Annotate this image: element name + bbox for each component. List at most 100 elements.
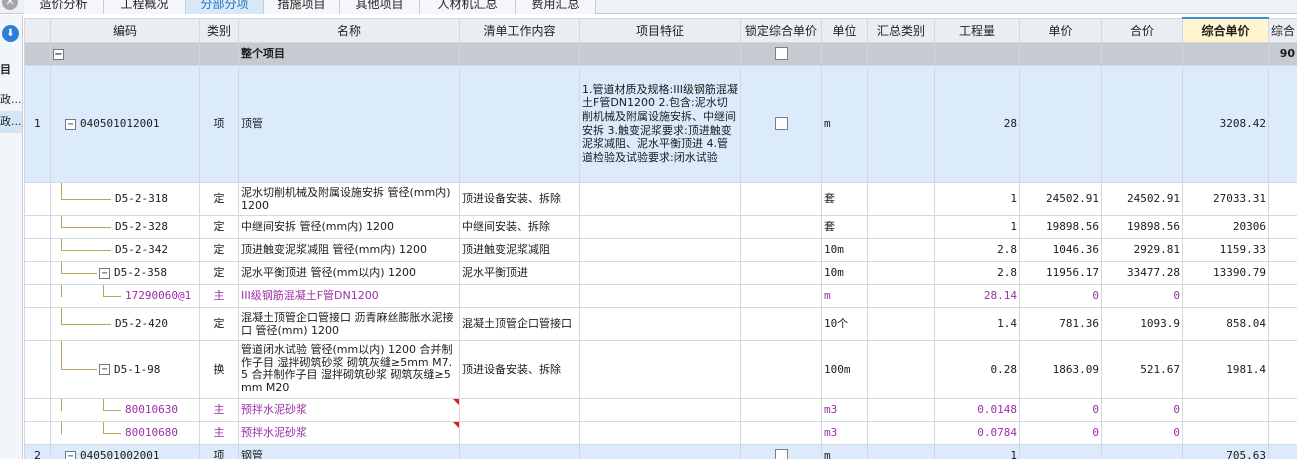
close-icon[interactable]: ✕	[2, 0, 18, 10]
row-unit: 10m	[821, 260, 868, 285]
row-unit-price[interactable]: 0	[1019, 397, 1102, 422]
row-unit-price[interactable]: 0	[1019, 283, 1102, 308]
row-total-price: 0	[1101, 397, 1183, 422]
download-icon[interactable]: ⬇	[2, 25, 19, 42]
tab-sub-items[interactable]: 分部分项	[186, 0, 264, 14]
row-code: 17290060@1	[125, 289, 192, 302]
row-quantity[interactable]: 1	[934, 214, 1020, 239]
item-unit: m	[821, 64, 868, 183]
table-row[interactable]: − D5-1-98 换 管道闭水试验 管径(mm以内) 1200 合并制作子目 湿…	[24, 339, 1297, 399]
table-row[interactable]: D5-2-420 定 混凝土顶管企口管接口 沥青麻丝膨胀水泥接口 管径(mm) …	[24, 306, 1297, 341]
row-quantity[interactable]: 1	[934, 181, 1020, 216]
whole-project-tail: 90	[1268, 41, 1297, 66]
row-name: 预拌水泥砂浆	[241, 426, 307, 439]
header-type[interactable]: 类别	[199, 17, 239, 43]
table-row[interactable]: D5-2-328 定 中继间安拆 管径(mm内) 1200 中继间安装、拆除 套…	[24, 214, 1297, 239]
row-code: D5-2-358	[114, 266, 167, 279]
row-unit-price[interactable]: 1046.36	[1019, 237, 1102, 262]
tab-project-overview[interactable]: 工程概况	[104, 0, 186, 14]
table-row-item[interactable]: 1 −040501012001 项 顶管 1.管道材质及规格:III级钢筋混凝土…	[24, 64, 1297, 183]
tab-bar: ✕ 造价分析 工程概况 分部分项 措施项目 其他项目 人材机汇总 费用汇总	[0, 0, 1297, 14]
table-row-item[interactable]: 2 −040501002001 项 钢管 m 1 705.63	[24, 443, 1297, 459]
row-type: 主	[199, 420, 239, 445]
row-unit-price[interactable]: 1863.09	[1019, 339, 1102, 399]
comment-flag-icon[interactable]	[453, 399, 459, 405]
row-name: 顶进触变泥浆减阻 管径(mm内) 1200	[238, 237, 460, 262]
header-total-price[interactable]: 合价	[1101, 17, 1183, 43]
row-unit-price[interactable]: 24502.91	[1019, 181, 1102, 216]
collapse-toggle[interactable]: −	[65, 450, 76, 459]
row-quantity[interactable]: 2.8	[934, 260, 1020, 285]
table-row[interactable]: D5-2-342 定 顶进触变泥浆减阻 管径(mm内) 1200 顶进触变泥浆减…	[24, 237, 1297, 262]
row-type: 换	[199, 339, 239, 399]
row-type: 主	[199, 397, 239, 422]
row-work-content: 中继间安装、拆除	[459, 214, 580, 239]
left-panel-item[interactable]: 目	[0, 61, 22, 77]
row-index: 1	[24, 64, 51, 183]
row-name: 中继间安拆 管径(mm内) 1200	[238, 214, 460, 239]
tab-labor-material-summary[interactable]: 人材机汇总	[420, 0, 516, 14]
header-code[interactable]: 编码	[50, 17, 200, 43]
collapse-toggle[interactable]: −	[99, 364, 110, 375]
row-quantity[interactable]: 28.14	[934, 283, 1020, 308]
lock-checkbox[interactable]	[774, 47, 788, 61]
header-quantity[interactable]: 工程量	[934, 17, 1020, 43]
header-summary-category[interactable]: 汇总类别	[867, 17, 935, 43]
row-unit-price[interactable]: 11956.17	[1019, 260, 1102, 285]
header-lock-price[interactable]: 锁定综合单价	[740, 17, 822, 43]
lock-checkbox[interactable]	[774, 449, 788, 459]
row-composite-price: 20306	[1182, 214, 1269, 239]
row-quantity[interactable]: 0.0148	[934, 397, 1020, 422]
lock-checkbox[interactable]	[774, 117, 788, 131]
row-composite-price: 858.04	[1182, 306, 1269, 341]
row-unit: m	[821, 283, 868, 308]
header-work-content[interactable]: 清单工作内容	[459, 17, 580, 43]
left-panel-item[interactable]: 政...	[0, 91, 22, 107]
tab-other-items[interactable]: 其他项目	[340, 0, 420, 14]
table-row-whole-project[interactable]: − 整个项目 90	[24, 41, 1297, 66]
tab-measures[interactable]: 措施项目	[264, 0, 340, 14]
row-index: 2	[24, 443, 51, 459]
row-unit-price[interactable]: 19898.56	[1019, 214, 1102, 239]
row-quantity[interactable]: 0.28	[934, 339, 1020, 399]
table-row-material[interactable]: 80010680 主 预拌水泥砂浆 m3 0.0784 0 0	[24, 420, 1297, 445]
row-name: 管道闭水试验 管径(mm以内) 1200 合并制作子目 湿拌砌筑砂浆 砌筑灰缝≥…	[238, 339, 460, 399]
item-type: 项	[199, 443, 239, 459]
row-type: 定	[199, 260, 239, 285]
row-composite-price: 13390.79	[1182, 260, 1269, 285]
row-composite-price: 1981.4	[1182, 339, 1269, 399]
row-quantity[interactable]: 2.8	[934, 237, 1020, 262]
comment-flag-icon[interactable]	[453, 422, 459, 428]
table-row-material[interactable]: 80010630 主 预拌水泥砂浆 m3 0.0148 0 0	[24, 397, 1297, 422]
row-quantity[interactable]: 1.4	[934, 306, 1020, 341]
row-total-price: 1093.9	[1101, 306, 1183, 341]
tab-cost-analysis[interactable]: 造价分析	[24, 0, 104, 14]
header-composite-price[interactable]: 综合单价	[1182, 17, 1269, 43]
collapse-toggle[interactable]: −	[65, 118, 76, 130]
item-features[interactable]: 1.管道材质及规格:III级钢筋混凝土F管DN1200 2.包含:泥水切削机械及…	[579, 64, 741, 183]
collapse-toggle[interactable]: −	[99, 267, 110, 279]
left-panel-item-selected[interactable]: 政...	[0, 111, 22, 133]
table-row[interactable]: − D5-2-358 定 泥水平衡顶进 管径(mm以内) 1200 泥水平衡顶进 …	[24, 260, 1297, 285]
row-unit-price[interactable]: 0	[1019, 420, 1102, 445]
item-unit: m	[821, 443, 868, 459]
row-type: 定	[199, 237, 239, 262]
item-quantity[interactable]: 28	[934, 64, 1020, 183]
header-composite-total[interactable]: 综合	[1268, 17, 1297, 43]
row-quantity[interactable]: 0.0784	[934, 420, 1020, 445]
header-name[interactable]: 名称	[238, 17, 460, 43]
table-row-material[interactable]: 17290060@1 主 III级钢筋混凝土F管DN1200 m 28.14 0…	[24, 283, 1297, 308]
header-unit[interactable]: 单位	[821, 17, 868, 43]
row-unit: 套	[821, 214, 868, 239]
item-type: 项	[199, 64, 239, 183]
header-unit-price[interactable]: 单价	[1019, 17, 1102, 43]
row-name: 泥水切削机械及附属设施安拆 管径(mm内) 1200	[238, 181, 460, 216]
header-features[interactable]: 项目特征	[579, 17, 741, 43]
row-composite-price: 27033.31	[1182, 181, 1269, 216]
item-quantity[interactable]: 1	[934, 443, 1020, 459]
table-row[interactable]: D5-2-318 定 泥水切削机械及附属设施安拆 管径(mm内) 1200 顶进…	[24, 181, 1297, 216]
row-unit-price[interactable]: 781.36	[1019, 306, 1102, 341]
table-header: 编码 类别 名称 清单工作内容 项目特征 锁定综合单价 单位 汇总类别 工程量 …	[24, 17, 1297, 43]
tab-fee-summary[interactable]: 费用汇总	[516, 0, 596, 14]
collapse-toggle[interactable]: −	[53, 48, 64, 60]
